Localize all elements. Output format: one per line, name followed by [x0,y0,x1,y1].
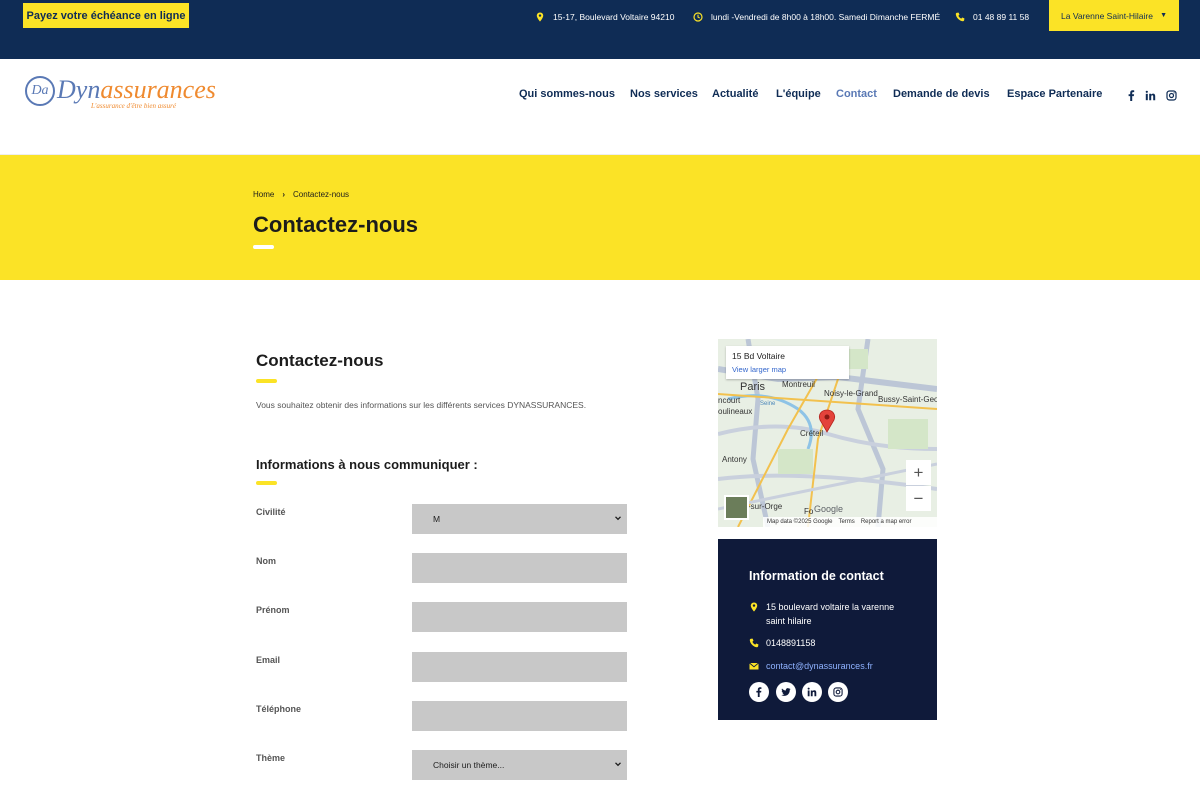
google-logo: Google [814,504,844,514]
nom-input[interactable] [412,553,627,583]
breadcrumb-separator: › [282,190,286,199]
contact-phone-text: 0148891158 [766,638,816,648]
satellite-toggle[interactable] [724,495,749,520]
map-label-orge: -sur-Orge [748,502,783,511]
map-report-link[interactable]: Report a map error [861,519,912,525]
form-title: Informations à nous communiquer : [256,457,478,472]
map-zoom-out-button[interactable]: − [906,486,931,511]
breadcrumb-current: Contactez-nous [293,190,350,199]
title-underline [253,245,274,249]
facebook-icon[interactable] [1126,88,1138,101]
map-data-text: Map data ©2025 Google [767,519,833,525]
logo-monogram: Da [25,76,55,106]
contact-address-line2: saint hilaire [766,616,812,626]
map-place-card: 15 Bd Voltaire View larger map [726,346,849,379]
map-pin-icon [749,600,766,616]
google-map[interactable]: 15 Bd Voltaire View larger map Paris Mon… [718,339,937,527]
map-label-oulineaux: oulineaux [718,407,753,416]
instagram-icon[interactable] [828,682,848,702]
nav-item-nos-services[interactable]: Nos services [630,88,698,100]
map-label-fo: Fo [804,507,814,516]
map-terms-link[interactable]: Terms [838,519,854,525]
phone-icon [749,636,766,652]
email-input[interactable] [412,652,627,682]
topbar-hours-text: lundi -Vendredi de 8h00 à 18h00. Samedi … [711,12,941,22]
section-title-underline [256,379,277,383]
email-label: Email [256,655,281,665]
contact-address: 15 boulevard voltaire la varenne saint h… [749,600,894,628]
contact-email[interactable]: contact@dynassurances.fr [749,659,873,675]
page-title: Contactez-nous [253,212,418,237]
civilite-label: Civilité [256,507,286,517]
theme-select[interactable]: Choisir un thème... [412,750,627,780]
map-pin-icon [535,12,545,22]
contact-phone[interactable]: 0148891158 [749,636,815,652]
map-label-bussy: Bussy-Saint-Georg [878,395,937,404]
topbar-phone-text: 01 48 89 11 58 [973,12,1030,22]
nav-item-demande-de-devis[interactable]: Demande de devis [893,88,990,100]
clock-icon [693,12,703,22]
topbar-address-text: 15-17, Boulevard Voltaire 94210 [553,12,675,22]
map-zoom-in-button[interactable]: + [906,460,931,485]
form-title-underline [256,481,277,485]
agency-select-value: La Varenne Saint-Hilaire [1061,10,1153,21]
map-label-seine: Seine [760,401,776,407]
topbar-hours: lundi -Vendredi de 8h00 à 18h00. Samedi … [693,10,940,24]
nav-item-equipe[interactable]: L'équipe [776,88,821,100]
map-attribution: Map data ©2025 Google Terms Report a map… [763,517,937,527]
nav-item-qui-sommes-nous[interactable]: Qui sommes-nous [519,88,615,100]
linkedin-icon[interactable] [1145,88,1157,101]
caret-down-icon: ▼ [1160,12,1167,19]
facebook-icon[interactable] [749,682,769,702]
nav-item-actualite[interactable]: Actualité [712,88,758,100]
phone-icon [955,12,965,22]
nav-item-espace-partenaire[interactable]: Espace Partenaire [1007,88,1102,100]
topbar-phone[interactable]: 01 48 89 11 58 [955,10,1029,24]
contact-card-title: Information de contact [749,569,884,583]
instagram-icon[interactable] [1166,88,1178,101]
chevron-down-icon [615,516,621,521]
telephone-input[interactable] [412,701,627,731]
nav-item-contact[interactable]: Contact [836,88,877,100]
contact-address-line1: 15 boulevard voltaire la varenne [766,602,895,612]
contact-info-card: Information de contact 15 boulevard volt… [718,539,937,720]
civilite-select-value: M [433,514,441,524]
map-label-paris: Paris [740,381,766,393]
site-header: Da Dynassurances L'assurance d'être bien… [0,59,1200,155]
page-banner: Home › Contactez-nous Contactez-nous [0,155,1200,280]
section-intro: Vous souhaitez obtenir des informations … [256,400,587,410]
view-larger-map-link[interactable]: View larger map [732,365,786,374]
theme-label: Thème [256,753,286,763]
logo-wordmark: Dynassurances [57,75,216,104]
theme-select-value: Choisir un thème... [433,760,505,770]
logo-tagline: L'assurance d'être bien assuré [91,102,176,110]
contact-email-link[interactable]: contact@dynassurances.fr [766,659,873,673]
topbar-address: 15-17, Boulevard Voltaire 94210 [535,10,674,24]
civilite-select[interactable]: M [412,504,627,534]
twitter-icon[interactable] [776,682,796,702]
envelope-icon [749,659,766,675]
top-bar: Payez votre échéance en ligne 15-17, Bou… [0,0,1200,59]
telephone-label: Téléphone [256,704,302,714]
prenom-label: Prénom [256,605,290,615]
agency-select[interactable]: La Varenne Saint-Hilaire ▼ [1049,0,1179,31]
map-label-ncourt: ncourt [718,396,741,405]
prenom-input[interactable] [412,602,627,632]
map-label-montreuil: Montreuil [782,380,815,389]
map-label-creteil: Créteil [800,429,824,438]
nom-label: Nom [256,556,276,566]
map-label-noisy: Noisy-le-Grand [824,389,878,398]
breadcrumb-home[interactable]: Home [253,190,274,199]
map-place-name: 15 Bd Voltaire [732,351,785,361]
site-logo[interactable]: Da Dynassurances L'assurance d'être bien… [25,75,216,111]
chevron-down-icon [615,762,621,767]
pay-online-button[interactable]: Payez votre échéance en ligne [23,3,189,28]
linkedin-icon[interactable] [802,682,822,702]
map-label-antony: Antony [722,455,747,464]
breadcrumb: Home › Contactez-nous [253,190,349,199]
section-title: Contactez-nous [256,351,384,370]
